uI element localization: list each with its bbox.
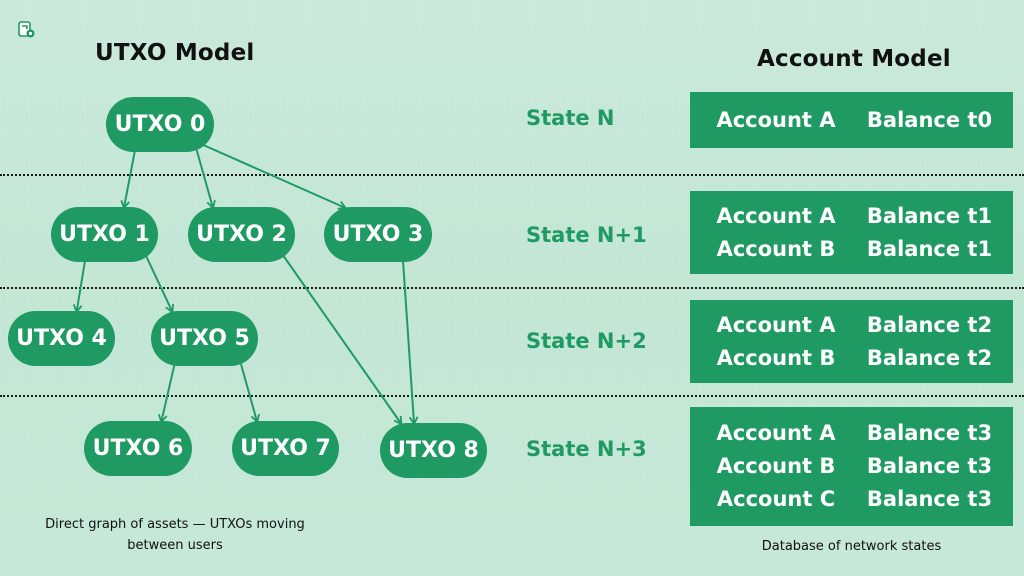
state-label: State N+1 — [526, 223, 647, 247]
edge-utxo3-to-utxo8 — [401, 259, 419, 426]
edge-utxo1-to-utxo4 — [72, 259, 87, 314]
utxo-node-label: UTXO 8 — [388, 438, 479, 463]
account-row: Account A Balance t1 — [706, 200, 997, 233]
utxo-node[interactable]: UTXO 2 — [188, 207, 295, 262]
account-row: Account B Balance t2 — [706, 342, 997, 375]
account-row: Account A Balance t0 — [706, 104, 997, 137]
account-balance: Balance t3 — [866, 421, 993, 445]
utxo-node-label: UTXO 3 — [332, 222, 424, 247]
account-name: Account A — [716, 421, 836, 445]
utxo-node[interactable]: UTXO 4 — [8, 311, 115, 366]
account-state-box: Account A Balance t1 Account B Balance t… — [690, 191, 1013, 274]
utxo-node-label: UTXO 5 — [159, 326, 250, 351]
utxo-node-label: UTXO 1 — [59, 222, 150, 247]
account-name: Account B — [716, 454, 836, 478]
edge-utxo0-to-utxo1 — [120, 149, 137, 210]
utxo-node[interactable]: UTXO 5 — [151, 311, 258, 366]
account-caption: Database of network states — [761, 539, 942, 554]
edge-utxo2-to-utxo8 — [281, 253, 403, 426]
account-state-box: Account A Balance t2 Account B Balance t… — [690, 300, 1013, 383]
utxo-node[interactable]: UTXO 3 — [324, 207, 432, 262]
utxo-node[interactable]: UTXO 0 — [106, 97, 214, 152]
edge-utxo0-to-utxo2 — [195, 149, 216, 210]
account-row: Account B Balance t1 — [706, 233, 997, 266]
account-name: Account A — [716, 203, 836, 228]
account-balance: Balance t0 — [866, 107, 993, 132]
account-balance: Balance t1 — [866, 203, 993, 228]
edge-utxo5-to-utxo7 — [239, 363, 260, 424]
state-label: State N+3 — [526, 437, 647, 461]
utxo-node[interactable]: UTXO 7 — [232, 421, 339, 476]
account-name: Account A — [716, 107, 836, 132]
account-state-box: Account A Balance t0 — [690, 92, 1013, 148]
utxo-node[interactable]: UTXO 1 — [51, 207, 158, 262]
account-name: Account A — [716, 312, 836, 337]
account-balance: Balance t3 — [866, 454, 993, 478]
utxo-caption: Direct graph of assets — UTXOs moving be… — [45, 517, 305, 553]
account-name: Account C — [716, 487, 836, 511]
utxo-node-label: UTXO 7 — [240, 436, 331, 461]
utxo-node-label: UTXO 6 — [92, 436, 184, 461]
state-label: State N — [526, 106, 615, 130]
account-name: Account B — [716, 345, 836, 370]
account-row: Account C Balance t3 — [706, 483, 997, 516]
account-balance: Balance t3 — [866, 487, 993, 511]
utxo-node-label: UTXO 0 — [114, 112, 206, 137]
account-row: Account B Balance t3 — [706, 450, 997, 483]
account-balance: Balance t2 — [866, 312, 993, 337]
edge-utxo5-to-utxo6 — [158, 363, 176, 424]
utxo-node-label: UTXO 2 — [196, 222, 287, 247]
edge-utxo0-to-utxo3 — [200, 143, 348, 210]
state-label: State N+2 — [526, 329, 647, 353]
edge-utxo1-to-utxo5 — [144, 253, 174, 314]
account-state-box: Account A Balance t3 Account B Balance t… — [690, 407, 1013, 526]
utxo-node[interactable]: UTXO 6 — [84, 421, 192, 476]
account-name: Account B — [716, 236, 836, 261]
account-balance: Balance t1 — [866, 236, 993, 261]
utxo-node-label: UTXO 4 — [16, 326, 107, 351]
account-row: Account A Balance t3 — [706, 417, 997, 450]
account-row: Account A Balance t2 — [706, 309, 997, 342]
utxo-node[interactable]: UTXO 8 — [380, 423, 487, 478]
account-balance: Balance t2 — [866, 345, 993, 370]
